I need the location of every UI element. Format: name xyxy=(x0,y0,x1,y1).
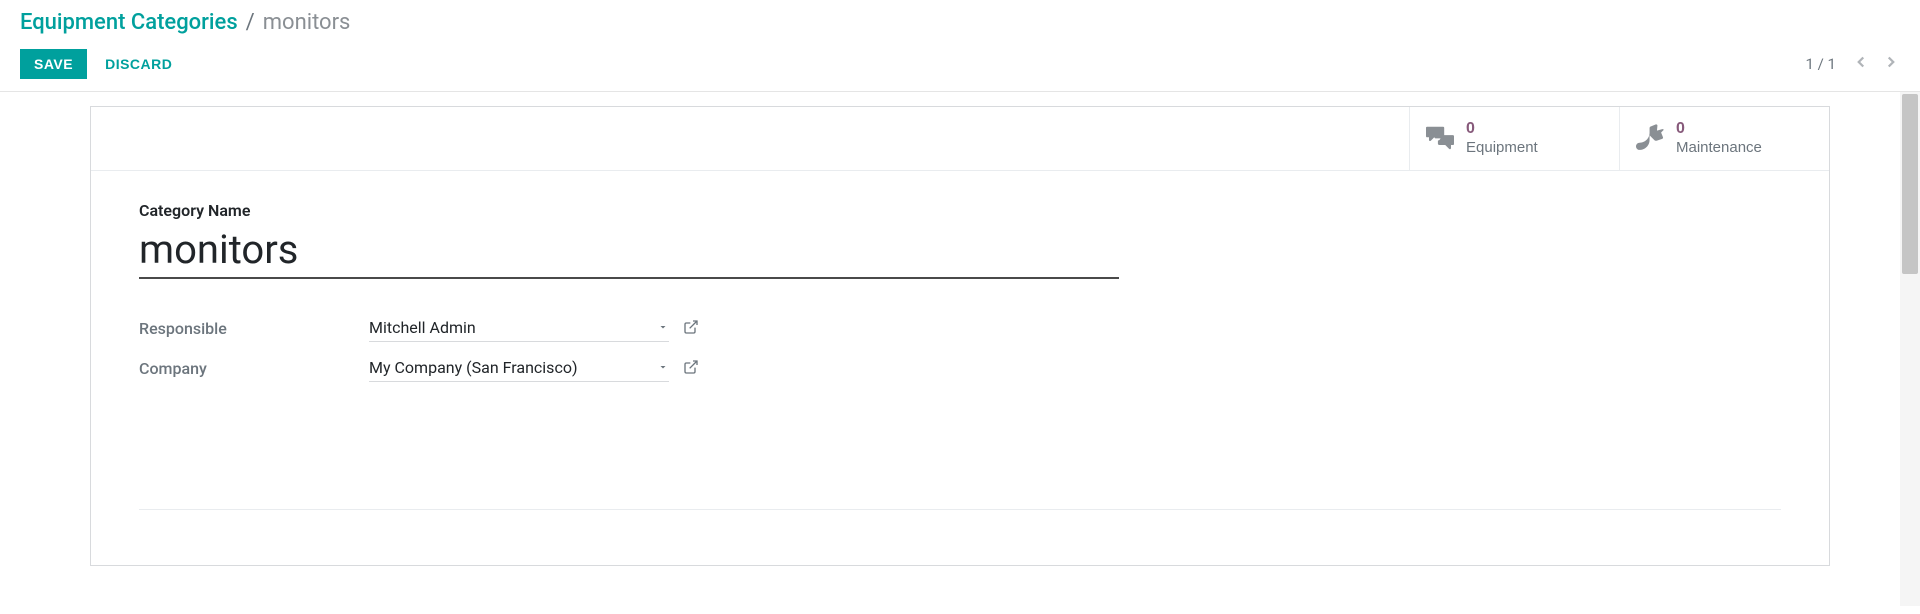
company-external-link[interactable] xyxy=(683,359,699,379)
category-name-label: Category Name xyxy=(139,201,1781,220)
company-row: Company My Company (San Francisco) xyxy=(139,349,699,389)
fields-table: Responsible Mitchell Admin xyxy=(139,309,699,389)
company-select[interactable]: My Company (San Francisco) xyxy=(369,356,669,382)
equipment-stat-text: 0 Equipment xyxy=(1466,119,1538,158)
content-wrapper: 0 Equipment 0 Maintenance Category Name … xyxy=(0,92,1920,606)
scrollbar-track[interactable] xyxy=(1900,92,1920,606)
discard-button[interactable]: Discard xyxy=(105,56,172,72)
responsible-label: Responsible xyxy=(139,309,369,349)
maintenance-stat-button[interactable]: 0 Maintenance xyxy=(1619,107,1829,170)
pager-arrows xyxy=(1852,53,1900,75)
category-name-input[interactable] xyxy=(139,224,1119,279)
breadcrumb-current: monitors xyxy=(263,10,351,35)
maintenance-count: 0 xyxy=(1676,119,1762,139)
external-link-icon xyxy=(683,319,699,335)
pager-next-button[interactable] xyxy=(1882,53,1900,75)
company-field-wrap: My Company (San Francisco) xyxy=(369,356,699,382)
pager-prev-button[interactable] xyxy=(1852,53,1870,75)
form-body: Category Name Responsible Mitchell Admin xyxy=(91,171,1829,409)
company-value: My Company (San Francisco) xyxy=(369,358,578,377)
responsible-row: Responsible Mitchell Admin xyxy=(139,309,699,349)
breadcrumb: Equipment Categories / monitors xyxy=(20,10,1900,35)
scrollbar-thumb[interactable] xyxy=(1902,94,1918,274)
pager-text[interactable]: 1 / 1 xyxy=(1806,55,1837,73)
pager: 1 / 1 xyxy=(1806,53,1901,75)
actions-row: Save Discard 1 / 1 xyxy=(20,49,1900,79)
breadcrumb-parent-link[interactable]: Equipment Categories xyxy=(20,10,238,35)
responsible-field-wrap: Mitchell Admin xyxy=(369,316,699,342)
equipment-count: 0 xyxy=(1466,119,1538,139)
maintenance-label: Maintenance xyxy=(1676,139,1762,158)
actions-left: Save Discard xyxy=(20,49,172,79)
chevron-right-icon xyxy=(1882,53,1900,71)
responsible-select[interactable]: Mitchell Admin xyxy=(369,316,669,342)
responsible-external-link[interactable] xyxy=(683,319,699,339)
form-sheet: 0 Equipment 0 Maintenance Category Name … xyxy=(90,106,1830,566)
caret-down-icon xyxy=(657,361,669,373)
stat-buttons-bar: 0 Equipment 0 Maintenance xyxy=(91,107,1829,171)
save-button[interactable]: Save xyxy=(20,49,87,79)
external-link-icon xyxy=(683,359,699,375)
wrench-icon xyxy=(1636,124,1664,152)
responsible-value: Mitchell Admin xyxy=(369,318,476,337)
company-label: Company xyxy=(139,349,369,389)
chevron-left-icon xyxy=(1852,53,1870,71)
maintenance-stat-text: 0 Maintenance xyxy=(1676,119,1762,158)
control-panel: Equipment Categories / monitors Save Dis… xyxy=(0,0,1920,92)
breadcrumb-separator: / xyxy=(246,10,255,35)
form-divider xyxy=(139,509,1781,510)
cubes-icon xyxy=(1426,124,1454,152)
equipment-stat-button[interactable]: 0 Equipment xyxy=(1409,107,1619,170)
caret-down-icon xyxy=(657,321,669,333)
equipment-label: Equipment xyxy=(1466,139,1538,158)
